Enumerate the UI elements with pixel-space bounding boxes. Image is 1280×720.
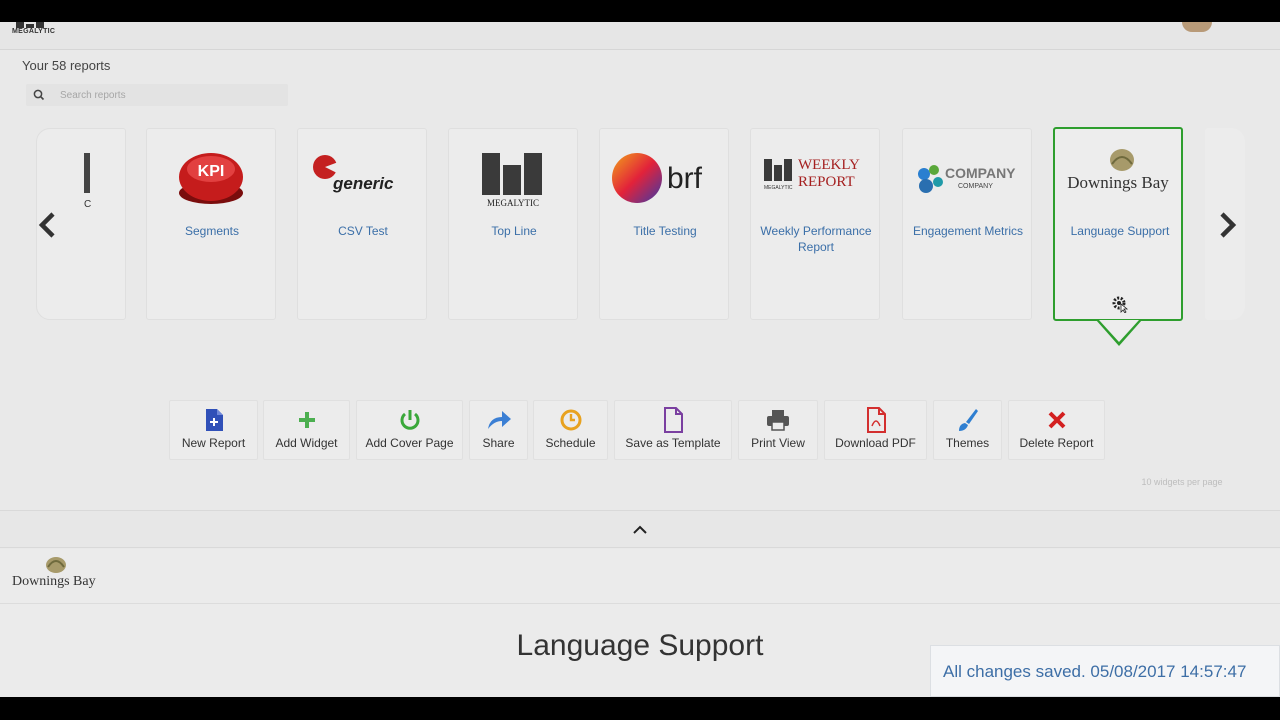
toolbar-label: Download PDF bbox=[835, 436, 916, 450]
brand-name: MEGALYTIC bbox=[12, 28, 56, 35]
save-status-toast: All changes saved. 05/08/2017 14:57:47 bbox=[930, 645, 1280, 697]
megalytic-logo-graphic: MEGALYTIC bbox=[482, 153, 542, 208]
partial-logo-bar bbox=[84, 153, 90, 193]
plus-icon bbox=[298, 412, 315, 428]
report-card-engagement-metrics[interactable]: COMPANY COMPANY Engagement Metrics bbox=[902, 128, 1032, 320]
selected-card-pointer-fill bbox=[1099, 320, 1139, 342]
toolbar-label: Share bbox=[482, 436, 515, 450]
svg-text:COMPANY: COMPANY bbox=[958, 183, 993, 190]
top-bar: MEGALYTIC bbox=[0, 22, 1280, 50]
report-card-label: Top Line bbox=[491, 224, 537, 238]
clock-icon bbox=[560, 409, 581, 431]
save-status-message: All changes saved. 05/08/2017 14:57:47 bbox=[943, 662, 1247, 681]
toolbar-label: Print View bbox=[751, 436, 805, 450]
widgets-per-page-select[interactable]: 10 widgets per page bbox=[1132, 477, 1232, 487]
add-cover-page-button[interactable]: Add Cover Page bbox=[356, 400, 463, 460]
template-document-icon bbox=[664, 407, 683, 433]
download-pdf-button[interactable]: Download PDF bbox=[824, 400, 927, 460]
svg-text:KPI: KPI bbox=[198, 163, 225, 180]
delete-report-button[interactable]: Delete Report bbox=[1008, 400, 1105, 460]
busy-gear-cursor-icon bbox=[1112, 296, 1129, 313]
weekly-report-logo: MEGALYTIC WEEKLY REPORT bbox=[751, 143, 879, 205]
share-arrow-icon bbox=[487, 411, 511, 429]
toolbar-label: Schedule bbox=[545, 436, 596, 450]
report-card-language-support[interactable]: Downings Bay Language Support bbox=[1053, 127, 1183, 321]
company-logo: COMPANY COMPANY bbox=[903, 147, 1031, 209]
brf-logo-graphic: brf bbox=[612, 153, 703, 203]
report-logo-text: Downings Bay bbox=[12, 574, 96, 589]
new-document-icon bbox=[205, 409, 223, 431]
svg-text:MEGALYTIC: MEGALYTIC bbox=[764, 185, 793, 191]
search-icon bbox=[33, 89, 45, 101]
report-card-segments[interactable]: KPI Segments bbox=[146, 128, 276, 320]
toolbar-label: Save as Template bbox=[625, 436, 721, 450]
toolbar-label: New Report bbox=[181, 436, 246, 450]
downings-bay-logo-graphic: Downings Bay bbox=[1067, 149, 1169, 192]
report-card-label: CSV Test bbox=[338, 224, 388, 238]
search-input[interactable] bbox=[60, 87, 280, 103]
megalytic-logo: MEGALYTIC bbox=[449, 147, 577, 209]
add-widget-button[interactable]: Add Widget bbox=[263, 400, 350, 460]
report-card-top-line[interactable]: MEGALYTIC Top Line bbox=[448, 128, 578, 320]
printer-icon bbox=[767, 410, 789, 431]
report-card-label: Title Testing bbox=[633, 224, 697, 238]
reports-count-label: Your 58 reports bbox=[22, 58, 111, 73]
downings-bay-emblem-icon bbox=[46, 557, 66, 573]
search-box bbox=[26, 84, 288, 106]
toolbar-label: Delete Report bbox=[1019, 436, 1094, 450]
report-card-label: Language Support bbox=[1070, 224, 1170, 238]
company-logo-graphic: COMPANY COMPANY bbox=[918, 165, 1016, 193]
carousel-prev-button[interactable] bbox=[32, 210, 62, 240]
svg-text:COMPANY: COMPANY bbox=[945, 165, 1016, 181]
print-view-button[interactable]: Print View bbox=[738, 400, 818, 460]
pdf-icon bbox=[866, 407, 886, 433]
power-icon bbox=[400, 410, 419, 430]
kpi-button-logo: KPI bbox=[147, 147, 275, 209]
generic-logo-graphic: generic bbox=[313, 155, 394, 193]
chevron-up-icon[interactable] bbox=[630, 521, 650, 537]
report-card-label: Weekly Performance Report bbox=[760, 224, 872, 254]
generic-logo: generic bbox=[298, 147, 426, 209]
svg-text:brf: brf bbox=[667, 162, 703, 195]
megalytic-brand-logo[interactable]: MEGALYTIC bbox=[12, 22, 56, 36]
chevron-right-icon bbox=[1220, 212, 1237, 238]
toolbar-label: Themes bbox=[945, 436, 990, 450]
svg-text:REPORT: REPORT bbox=[798, 174, 855, 190]
save-as-template-button[interactable]: Save as Template bbox=[614, 400, 732, 460]
video-letterbox-bottom bbox=[0, 697, 1280, 720]
report-card-label: Segments bbox=[184, 224, 240, 238]
themes-button[interactable]: Themes bbox=[933, 400, 1002, 460]
new-report-button[interactable]: New Report bbox=[169, 400, 258, 460]
partial-logo-letter: C bbox=[84, 199, 92, 210]
report-logo: Downings Bay bbox=[12, 555, 102, 599]
report-header-divider bbox=[0, 603, 1280, 604]
toolbar-label: Add Cover Page bbox=[365, 436, 454, 450]
report-card-weekly-performance-report[interactable]: MEGALYTIC WEEKLY REPORT Weekly Performan… bbox=[750, 128, 880, 320]
svg-text:generic: generic bbox=[332, 174, 394, 193]
downings-bay-logo: Downings Bay bbox=[1055, 143, 1181, 205]
svg-text:Downings Bay: Downings Bay bbox=[1067, 173, 1169, 192]
brf-logo: brf bbox=[600, 147, 728, 209]
carousel-next-button[interactable] bbox=[1213, 210, 1243, 240]
toolbar-label: Add Widget bbox=[275, 436, 338, 450]
collapse-bar bbox=[0, 510, 1280, 548]
report-card-csv-test[interactable]: generic CSV Test bbox=[297, 128, 427, 320]
delete-x-icon bbox=[1048, 411, 1065, 429]
weekly-report-logo-graphic: MEGALYTIC WEEKLY REPORT bbox=[764, 157, 860, 191]
report-card-label: Engagement Metrics bbox=[912, 224, 1024, 238]
schedule-button[interactable]: Schedule bbox=[533, 400, 608, 460]
svg-text:WEEKLY: WEEKLY bbox=[798, 157, 860, 173]
kpi-logo-graphic: KPI bbox=[179, 153, 243, 204]
video-letterbox-top bbox=[0, 0, 1280, 22]
report-card-title-testing[interactable]: brf Title Testing bbox=[599, 128, 729, 320]
share-button[interactable]: Share bbox=[469, 400, 528, 460]
user-avatar[interactable] bbox=[1182, 22, 1212, 32]
svg-text:MEGALYTIC: MEGALYTIC bbox=[487, 198, 539, 208]
app-window: MEGALYTIC Your 58 reports C KPI Segmen bbox=[0, 22, 1280, 697]
paintbrush-icon bbox=[958, 409, 978, 431]
chevron-left-icon bbox=[38, 212, 55, 238]
